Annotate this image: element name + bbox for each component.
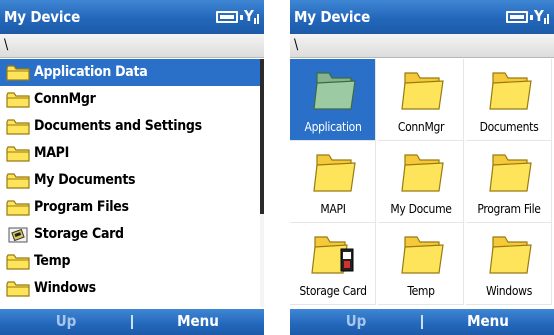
grid-item-label: Temp: [407, 284, 435, 298]
folder-icon: [6, 281, 30, 297]
grid-item-label: My Docume: [390, 202, 452, 216]
title-bar: My Device Y: [290, 0, 554, 34]
list-item[interactable]: Temp: [0, 248, 262, 275]
folder-icon: [6, 254, 30, 270]
file-list: Application Data ConnMgr Documents and S…: [0, 59, 264, 307]
title-bar: My Device Y: [0, 0, 264, 34]
storage-card-icon: [311, 233, 357, 277]
folder-icon: [6, 173, 30, 189]
list-item[interactable]: MAPI: [0, 140, 262, 167]
folder-icon: [487, 69, 533, 113]
up-softkey[interactable]: Up: [0, 309, 132, 335]
current-path: \: [294, 37, 299, 53]
list-item-label: ConnMgr: [34, 91, 96, 107]
folder-icon: [487, 233, 533, 277]
status-indicators: Y: [506, 8, 550, 28]
grid-item-label: Windows: [485, 284, 533, 298]
grid-item-label: Documents: [479, 120, 539, 134]
window-title: My Device: [294, 8, 371, 26]
grid-item[interactable]: Temp: [378, 223, 464, 305]
list-item[interactable]: Application Data: [0, 59, 262, 86]
folder-icon: [6, 92, 30, 108]
folder-icon: [399, 233, 445, 277]
menu-softkey[interactable]: Menu: [422, 309, 554, 335]
grid-item[interactable]: Windows: [466, 223, 552, 305]
list-item-label: Storage Card: [34, 226, 124, 242]
folder-icon: [399, 69, 445, 113]
list-item-label: MAPI: [34, 145, 69, 161]
folder-icon: [6, 119, 30, 135]
grid-item-label: Storage Card: [299, 284, 367, 298]
list-item-label: Windows: [34, 280, 96, 296]
folder-icon: [6, 146, 30, 162]
folder-icon: [399, 151, 445, 195]
list-item-label: Program Files: [34, 199, 129, 215]
list-item[interactable]: Storage Card: [0, 221, 262, 248]
storage-card-icon: [6, 227, 30, 243]
list-item[interactable]: My Documents: [0, 167, 262, 194]
scrollbar[interactable]: [260, 59, 264, 307]
grid-item[interactable]: Application: [290, 59, 376, 141]
path-bar: \: [0, 34, 264, 58]
list-item-label: My Documents: [34, 172, 136, 188]
list-item-label: Temp: [34, 253, 71, 269]
softkey-bar: Up Menu: [0, 309, 264, 335]
list-item-label: Documents and Settings: [34, 118, 202, 134]
grid-item-label: Application: [304, 120, 362, 134]
grid-item[interactable]: Program File: [466, 141, 552, 223]
softkey-bar: Up Menu: [290, 309, 554, 335]
list-item-label: Application Data: [34, 64, 148, 80]
folder-icon: [487, 151, 533, 195]
list-item[interactable]: Program Files: [0, 194, 262, 221]
grid-item-label: MAPI: [320, 202, 346, 216]
path-bar: \: [290, 34, 554, 58]
folder-icon: [6, 65, 30, 81]
file-grid: Application ConnMgr Documents MAPI My Do…: [290, 59, 554, 305]
list-item[interactable]: ConnMgr: [0, 86, 262, 113]
grid-item-label: ConnMgr: [397, 120, 445, 134]
grid-item[interactable]: My Docume: [378, 141, 464, 223]
list-item[interactable]: Documents and Settings: [0, 113, 262, 140]
battery-icon: [506, 11, 533, 23]
grid-item[interactable]: ConnMgr: [378, 59, 464, 141]
grid-item-label: Program File: [477, 202, 541, 216]
window-title: My Device: [4, 8, 81, 26]
grid-item[interactable]: MAPI: [290, 141, 376, 223]
scrollbar-thumb[interactable]: [260, 59, 264, 214]
icon-view-screen: My Device Y \ Application ConnMgr Docume…: [290, 0, 554, 335]
up-softkey[interactable]: Up: [290, 309, 422, 335]
grid-item[interactable]: Storage Card: [290, 223, 376, 305]
folder-icon: [6, 200, 30, 216]
list-view-screen: My Device Y \ Application Data ConnMgr D…: [0, 0, 264, 335]
folder-icon: [311, 69, 357, 113]
current-path: \: [4, 37, 9, 53]
menu-softkey[interactable]: Menu: [132, 309, 264, 335]
grid-item[interactable]: Documents: [466, 59, 552, 141]
signal-icon: Y: [534, 8, 550, 26]
battery-icon: [216, 11, 243, 23]
folder-icon: [311, 151, 357, 195]
list-item[interactable]: Windows: [0, 275, 262, 302]
status-indicators: Y: [216, 8, 260, 28]
signal-icon: Y: [244, 8, 260, 26]
